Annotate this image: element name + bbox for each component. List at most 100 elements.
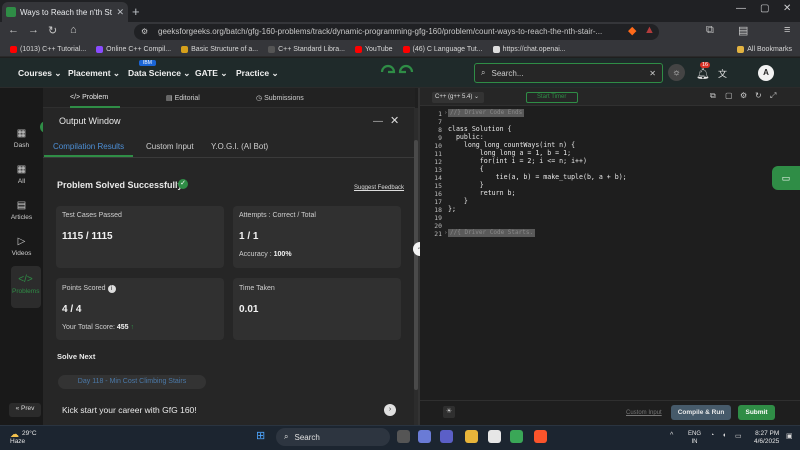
submit-button[interactable]: Submit xyxy=(738,405,775,420)
openai-icon xyxy=(492,45,500,53)
brave-rewards-icon[interactable]: ▲ xyxy=(644,24,655,36)
tab-compilation-results[interactable]: Compilation Results xyxy=(53,142,124,151)
reload-icon[interactable]: ↻ xyxy=(48,24,57,37)
new-tab-icon[interactable]: + xyxy=(132,4,140,19)
file-explorer-icon[interactable] xyxy=(465,430,478,443)
code-line: } xyxy=(448,181,484,189)
rail-item-all[interactable]: ▦ All xyxy=(8,164,35,185)
tab-yogi-ai-bot[interactable]: Y.O.G.I. (AI Bot) xyxy=(211,142,268,151)
custom-input-link[interactable]: Custom Input xyxy=(626,410,662,416)
test-cases-label: Test Cases Passed xyxy=(62,212,122,219)
all-bookmarks[interactable]: All Bookmarks xyxy=(737,45,792,53)
compile-run-button[interactable]: Compile & Run xyxy=(671,405,731,420)
suggest-feedback-link[interactable]: Suggest Feedback xyxy=(354,185,404,191)
github-icon[interactable] xyxy=(488,430,501,443)
arrow-up-icon: ↑ xyxy=(130,324,135,331)
clock[interactable]: 8:27 PM 4/6/2025 xyxy=(754,430,779,446)
collapsed-region[interactable]: //} Driver Code Ends xyxy=(448,109,525,117)
bookmark-item[interactable]: Basic Structure of a... xyxy=(181,45,258,53)
site-info-icon[interactable]: ⚙ xyxy=(141,27,148,36)
code-line: tie(a, b) = make_tuple(b, a + b); xyxy=(448,173,627,181)
chat-icon[interactable]: ▭ xyxy=(772,166,800,190)
brave-shield-icon[interactable]: ◆ xyxy=(628,24,636,37)
time-value: 0.01 xyxy=(239,304,259,315)
next-problem-button[interactable]: Day 118 - Min Cost Climbing Stairs xyxy=(58,375,206,389)
fold-icon[interactable]: › xyxy=(445,230,447,236)
maximize-icon[interactable]: ▢ xyxy=(760,3,769,14)
collapsed-region[interactable]: //{ Driver Code Starts. xyxy=(448,229,536,237)
home-icon[interactable]: ⌂ xyxy=(70,24,77,36)
close-tab-icon[interactable]: ✕ xyxy=(116,7,124,18)
rail-item-videos[interactable]: ▷ Videos xyxy=(8,236,35,257)
fold-icon[interactable]: › xyxy=(445,110,447,116)
nav-gate[interactable]: GATE ⌄ xyxy=(195,68,227,79)
compiler-icon xyxy=(96,45,104,53)
bookmark-item[interactable]: Online C++ Compil... xyxy=(96,45,171,53)
copilot-icon[interactable] xyxy=(418,430,431,443)
teams-icon[interactable] xyxy=(440,430,453,443)
nav-data-science[interactable]: Data Science ⌄ xyxy=(128,68,190,79)
gfg-logo[interactable] xyxy=(379,63,414,81)
code-line: for(int i = 2; i <= n; i++) xyxy=(448,157,587,165)
code-line: long long countWays(int n) { xyxy=(448,141,576,149)
theme-toggle-icon[interactable]: ☼ xyxy=(668,64,685,81)
task-view-icon[interactable] xyxy=(397,430,410,443)
info-icon[interactable]: i xyxy=(107,285,116,293)
output-tab-indicator xyxy=(44,155,133,157)
bell-icon[interactable]: 🔔︎ xyxy=(696,67,710,80)
nav-practice[interactable]: Practice ⌄ xyxy=(236,68,279,79)
search-input[interactable]: ⌕ Search... ✕ xyxy=(474,63,663,83)
back-icon[interactable]: ← xyxy=(8,24,19,36)
banner-arrow-icon[interactable]: › xyxy=(384,404,396,416)
tab-submissions[interactable]: ◷ Submissions xyxy=(256,94,304,102)
tab-problem[interactable]: </> Problem xyxy=(70,94,108,101)
language-select[interactable]: C++ (g++ 5.4) ⌄ xyxy=(432,92,484,103)
tab-custom-input[interactable]: Custom Input xyxy=(146,142,194,151)
rail-item-articles[interactable]: ▤ Articles xyxy=(8,200,35,221)
sidebar-icon[interactable]: ▤ xyxy=(738,24,748,37)
volume-icon[interactable]: ◖ xyxy=(722,432,726,439)
prev-button[interactable]: « Prev xyxy=(9,403,41,417)
settings-icon[interactable]: ⚙ xyxy=(740,91,747,100)
avatar[interactable]: A xyxy=(758,65,774,81)
copy-icon[interactable]: ▢ xyxy=(725,91,733,100)
bookmark-item[interactable]: (46) C Language Tut... xyxy=(402,45,483,53)
minimize-output-icon[interactable]: — xyxy=(373,116,383,127)
minimize-icon[interactable]: — xyxy=(736,3,746,14)
close-output-icon[interactable]: ✕ xyxy=(390,114,399,127)
bookmark-item[interactable]: (1013) C++ Tutorial... xyxy=(10,45,86,53)
weather-widget[interactable]: ☁ 29°C Haze xyxy=(10,430,37,446)
bookmark-item[interactable]: https://chat.openai... xyxy=(492,45,566,53)
address-bar[interactable]: geeksforgeeks.org/batch/gfg-160-problems… xyxy=(134,24,659,40)
clear-icon[interactable]: ✕ xyxy=(649,69,656,78)
nav-courses[interactable]: Courses ⌄ xyxy=(18,68,62,79)
language-indicator[interactable]: ENG IN xyxy=(688,430,701,446)
article-icon: ▤ xyxy=(16,200,27,211)
notifications-icon[interactable]: ▣ xyxy=(786,432,793,440)
battery-icon[interactable]: ▭ xyxy=(735,432,742,440)
wifi-icon[interactable]: ◔ xyxy=(710,432,714,439)
browser-tab[interactable]: Ways to Reach the n'th Stair | P ✕ xyxy=(2,2,128,22)
bookmark-item[interactable]: C++ Standard Libra... xyxy=(268,45,345,53)
nav-placement[interactable]: Placement ⌄ xyxy=(68,68,120,79)
fullscreen-icon[interactable]: ⧉ xyxy=(710,91,716,101)
rail-item-problems[interactable]: </> Problems xyxy=(12,274,39,295)
solve-next-heading: Solve Next xyxy=(57,352,96,361)
taskbar-search[interactable]: ⌕ Search xyxy=(276,428,390,446)
menu-icon[interactable]: ≡ xyxy=(784,24,790,36)
bookmark-item[interactable]: YouTube xyxy=(355,45,393,53)
tray-chevron-icon[interactable]: ^ xyxy=(670,432,673,439)
chrome-icon[interactable] xyxy=(510,430,523,443)
lightbulb-icon[interactable]: ☀ xyxy=(443,406,455,418)
forward-icon[interactable]: → xyxy=(28,24,39,36)
start-timer-button[interactable]: Start Timer xyxy=(526,92,578,103)
windows-start-icon[interactable]: ⊞ xyxy=(256,429,265,442)
brave-icon[interactable] xyxy=(534,430,547,443)
tab-editorial[interactable]: ▤ Editorial xyxy=(166,94,200,102)
rail-item-dash[interactable]: ▦ Dash xyxy=(8,128,35,149)
reset-icon[interactable]: ↻ xyxy=(755,91,762,100)
extensions-icon[interactable]: ⧉ xyxy=(706,24,714,37)
translate-icon[interactable]: 文 xyxy=(718,67,727,80)
close-window-icon[interactable]: ✕ xyxy=(783,3,791,14)
expand-icon[interactable]: ⤢ xyxy=(770,91,776,101)
